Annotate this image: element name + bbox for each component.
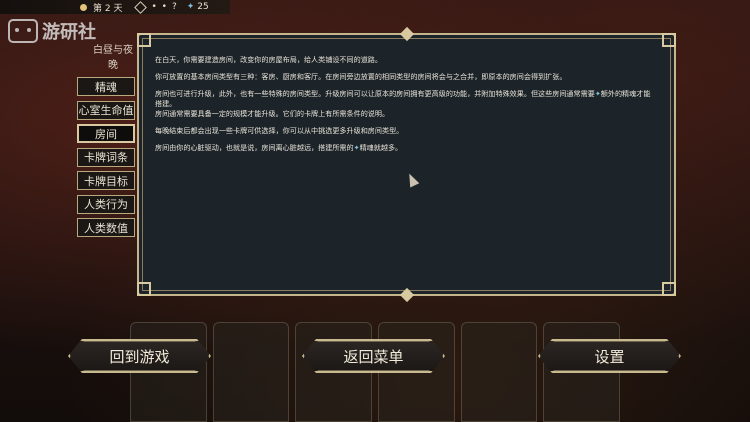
help-paragraph: 房间也可进行升级，此外，也有一些特殊的房间类型。升级房间可以让原本的房间拥有更高… [155,89,656,110]
heart-icon [134,0,148,14]
day-counter: 第 2 天 [93,3,123,14]
corner-decoration [662,282,676,296]
sidebar-item-human-stats[interactable]: 人类数值 [77,218,135,237]
back-to-game-label: 回到游戏 [109,347,170,366]
sidebar-item-human-behavior[interactable]: 人类行为 [77,194,135,214]
mouse-cursor-icon [404,171,420,188]
back-to-menu-label: 返回菜单 [343,347,404,366]
sun-icon [80,3,87,11]
help-paragraph: 房间通常需要具备一定的规模才能升级。它们的卡牌上有所需条件的说明。 [155,109,390,119]
corner-decoration [137,33,151,47]
essence-icon: ✦ [186,2,195,12]
background-card [460,322,538,422]
help-text-span: 房间由你的心脏驱动，也就是说，房间离心脏越远，搭建所需的 [155,142,354,152]
help-text-span: 房间也可进行升级，此外，也有一些特殊的房间类型。升级房间可以让原本的房间拥有更高… [155,88,595,98]
essence-count: 25 [197,2,209,12]
sidebar-item-heart-hp[interactable]: 心室生命值 [77,100,135,120]
back-to-menu-button[interactable]: 返回菜单 [302,339,445,373]
status-bar: 第 2 天 • • ? ✦ 25 [0,0,230,14]
background-card [212,322,290,422]
sidebar-item-essence[interactable]: 精魂 [77,77,135,96]
help-paragraph: 房间由你的心脏驱动，也就是说，房间离心脏越远，搭建所需的✦精魂就越多。 [155,143,656,153]
unknown-indicator: ? [171,2,177,12]
sidebar-item-card-keywords[interactable]: 卡牌词条 [77,147,135,167]
sidebar-item-card-targets[interactable]: 卡牌目标 [77,171,135,190]
corner-decoration [662,33,676,47]
settings-label: 设置 [594,347,625,366]
status-dots: • • [151,2,168,12]
settings-button[interactable]: 设置 [538,339,681,373]
sidebar-item-rooms[interactable]: 房间 [77,124,135,143]
help-paragraph: 每晚结束后都会出现一些卡牌可供选择，你可以从中挑选更多升级和房间类型。 [155,125,404,135]
help-paragraph: 你可放置的基本房间类型有三种：客房、厨房和客厅。在房间旁边放置的相同类型的房间将… [155,71,567,81]
help-sidebar: 白昼与夜晚 精魂 心室生命值 房间 卡牌词条 卡牌目标 人类行为 人类数值 [77,41,135,242]
help-paragraph: 在白天，你需要建造房间，改变你的房屋布局，给人类铺设不同的道路。 [155,55,382,64]
help-text: 在白天，你需要建造房间，改变你的房屋布局，给人类铺设不同的道路。 你可放置的基本… [155,55,656,160]
tv-logo-icon [8,19,38,43]
sidebar-title: 白昼与夜晚 [93,45,133,71]
back-to-game-button[interactable]: 回到游戏 [68,339,211,373]
help-text-span: 精魂就越多。 [359,142,403,152]
corner-decoration [137,282,151,296]
help-content-panel: 在白天，你需要建造房间，改变你的房屋布局，给人类铺设不同的道路。 你可放置的基本… [137,26,676,303]
